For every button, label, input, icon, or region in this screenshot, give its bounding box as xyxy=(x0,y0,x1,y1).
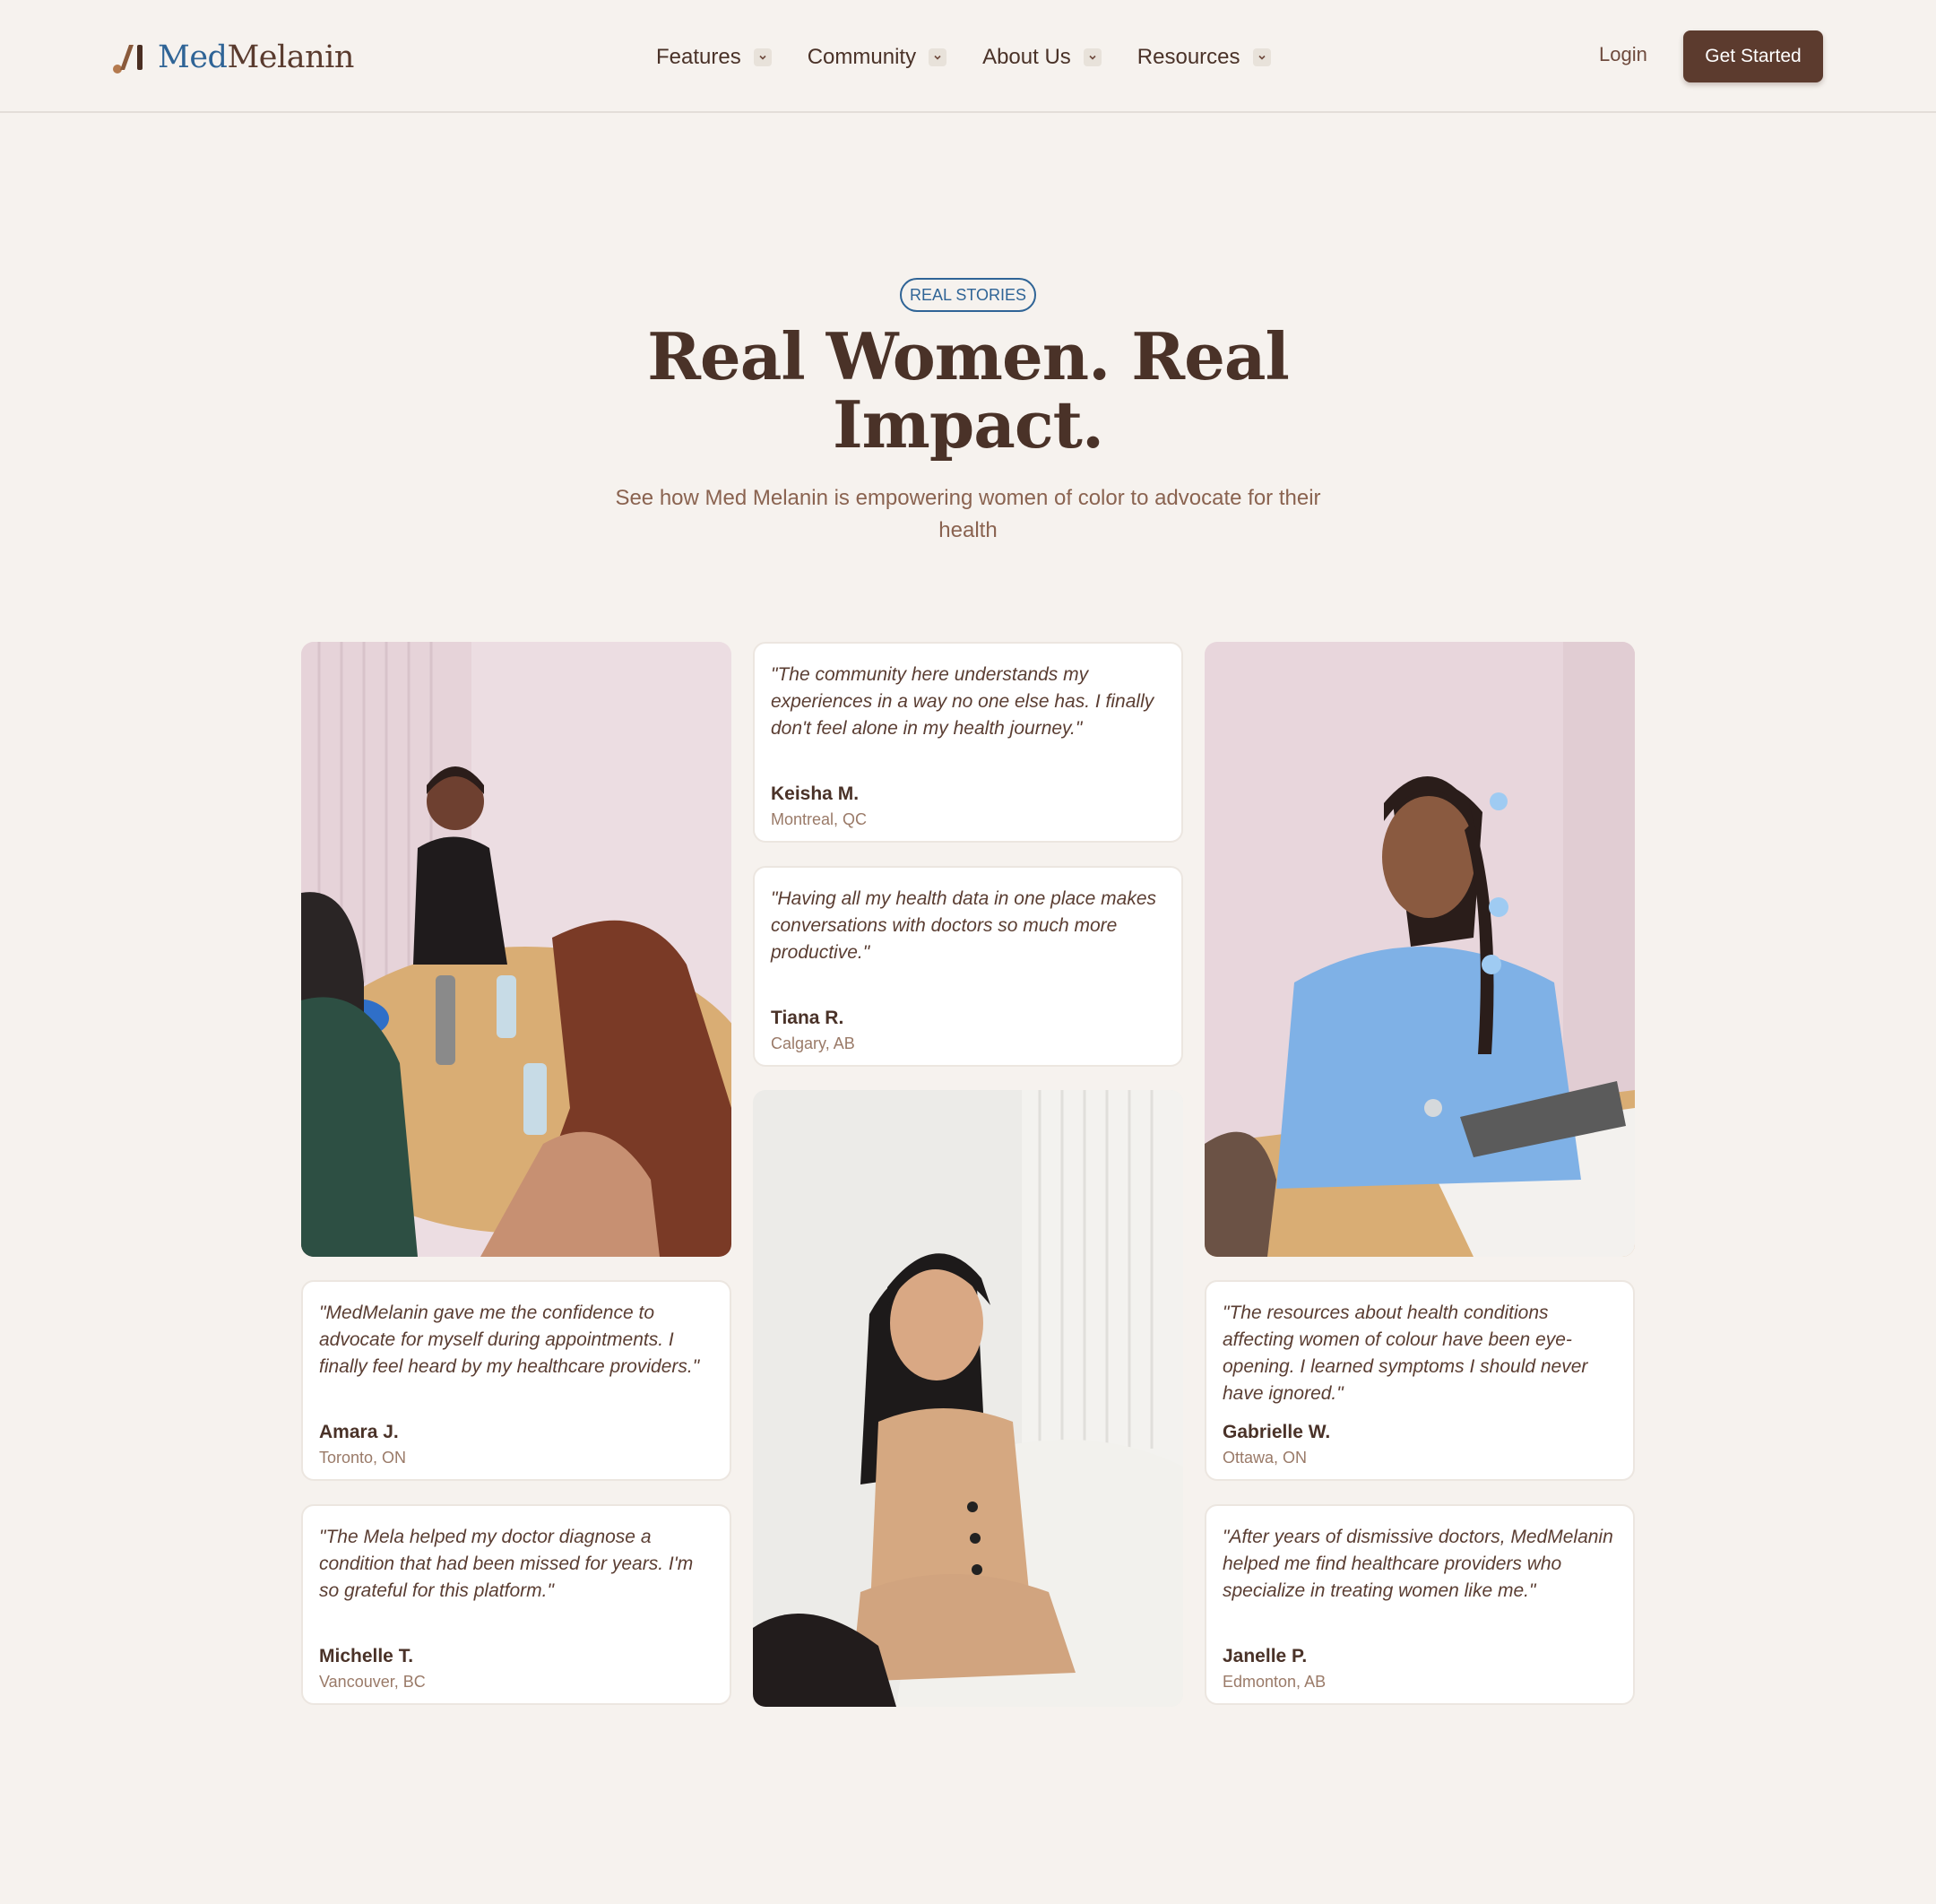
testimonial-column-right: "The resources about health conditions a… xyxy=(1205,642,1635,1705)
testimonial-quote: "The community here understands my exper… xyxy=(771,664,1154,739)
main-nav: Features Community About Us Resources xyxy=(656,39,1307,75)
testimonial-card: "The Mela helped my doctor diagnose a co… xyxy=(301,1504,731,1705)
page-title: Real Women. Real Impact. xyxy=(647,318,1290,463)
testimonial-location: Calgary, AB xyxy=(771,1034,855,1052)
testimonial-column-center: "The community here understands my exper… xyxy=(753,642,1183,1707)
chevron-down-icon xyxy=(753,48,772,66)
testimonial-author: Janelle P. xyxy=(1223,1646,1308,1666)
testimonial-card: "The resources about health conditions a… xyxy=(1205,1280,1635,1481)
nav-item-community[interactable]: Community xyxy=(807,45,947,70)
logo-mark-icon xyxy=(113,45,143,74)
nav-item-about-us[interactable]: About Us xyxy=(982,45,1102,70)
nav-item-label: Resources xyxy=(1137,45,1240,69)
testimonial-card: "The community here understands my exper… xyxy=(753,642,1183,843)
logo-text-melanin: Melanin xyxy=(227,39,354,75)
testimonial-location: Toronto, ON xyxy=(319,1449,407,1467)
testimonial-quote: "After years of dismissive doctors, MedM… xyxy=(1223,1527,1613,1601)
logo[interactable]: MedMelanin xyxy=(111,36,354,79)
laughing-woman-photo xyxy=(753,1090,1183,1707)
nav-item-features[interactable]: Features xyxy=(656,45,772,70)
smiling-woman-photo xyxy=(1205,642,1635,1257)
nav-item-label: Features xyxy=(656,45,741,69)
testimonial-card: "After years of dismissive doctors, MedM… xyxy=(1205,1504,1635,1705)
chevron-down-icon xyxy=(929,48,947,66)
site-header: MedMelanin Features Community About Us R… xyxy=(0,0,1936,113)
testimonial-location: Vancouver, BC xyxy=(319,1673,426,1691)
testimonial-location: Montreal, QC xyxy=(771,810,868,828)
logo-text: MedMelanin xyxy=(158,39,354,75)
testimonial-author: Keisha M. xyxy=(771,783,860,804)
testimonial-column-left: "MedMelanin gave me the confidence to ad… xyxy=(301,642,731,1705)
nav-item-label: Community xyxy=(807,45,917,69)
nav-item-resources[interactable]: Resources xyxy=(1137,45,1271,70)
testimonial-author: Michelle T. xyxy=(319,1646,414,1666)
group-discussion-photo xyxy=(301,642,731,1257)
testimonial-quote: "The Mela helped my doctor diagnose a co… xyxy=(319,1527,694,1601)
nav-item-label: About Us xyxy=(982,45,1071,69)
testimonial-location: Edmonton, AB xyxy=(1223,1673,1327,1691)
login-link[interactable]: Login xyxy=(1599,43,1647,66)
page-subtitle: See how Med Melanin is empowering women … xyxy=(615,486,1321,542)
testimonial-author: Amara J. xyxy=(319,1422,399,1442)
testimonial-author: Tiana R. xyxy=(771,1008,844,1028)
get-started-button[interactable]: Get Started xyxy=(1683,30,1823,82)
testimonial-card: "MedMelanin gave me the confidence to ad… xyxy=(301,1280,731,1481)
testimonial-location: Ottawa, ON xyxy=(1223,1449,1308,1467)
real-stories-badge: REAL STORIES xyxy=(900,278,1036,312)
chevron-down-icon xyxy=(1252,48,1271,66)
testimonial-author: Gabrielle W. xyxy=(1223,1422,1331,1442)
testimonial-card: "Having all my health data in one place … xyxy=(753,866,1183,1067)
testimonial-quote: "The resources about health conditions a… xyxy=(1223,1303,1588,1404)
logo-text-med: Med xyxy=(158,39,228,75)
chevron-down-icon xyxy=(1083,48,1102,66)
testimonial-quote: "Having all my health data in one place … xyxy=(771,888,1157,963)
testimonial-quote: "MedMelanin gave me the confidence to ad… xyxy=(319,1303,700,1377)
